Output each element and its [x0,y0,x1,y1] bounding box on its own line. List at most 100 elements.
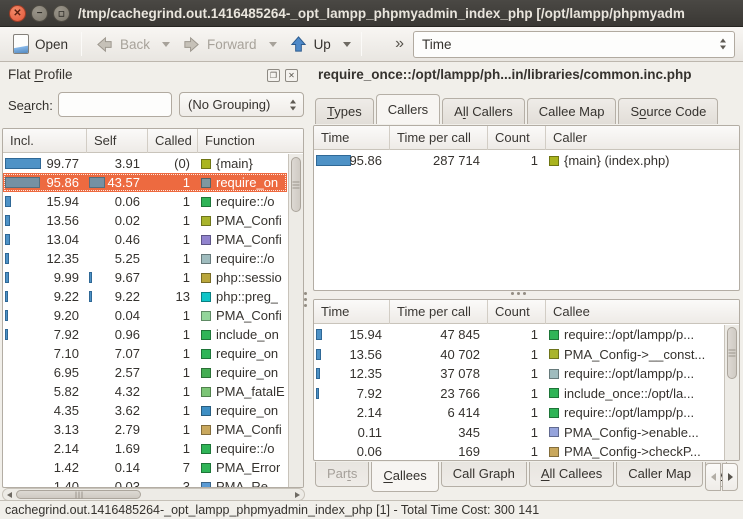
back-dropdown-icon[interactable] [162,42,170,47]
function-row[interactable]: 9.229.2213php::preg_ [3,287,287,306]
column-header-callee[interactable]: Callee [546,300,739,324]
up-dropdown-icon[interactable] [343,42,351,47]
function-row[interactable]: 99.773.91(0){main} [3,154,287,173]
callee-row[interactable]: 12.3537 0781require::/opt/lampp/p... [314,364,723,384]
callee-list: 15.9447 8451require::/opt/lampp/p...13.5… [314,325,723,460]
function-type-icon [201,330,211,340]
table-header: Incl. Self Called Function [3,129,303,153]
toolbar: Open Back Forward Up » Time [0,27,743,62]
table-splitter[interactable] [511,292,514,295]
function-row[interactable]: 6.952.571require_on [3,363,287,382]
window-minimize-button[interactable]: − [31,5,48,22]
tab-source-code[interactable]: Source Code [618,98,718,124]
function-row[interactable]: 12.355.251require::/o [3,249,287,268]
search-input[interactable] [58,92,172,117]
column-header-caller[interactable]: Caller [546,126,739,150]
toolbar-separator [81,32,82,56]
callee-row[interactable]: 13.5640 7021PMA_Config->__const... [314,345,723,365]
callees-table: Time Time per call Count Callee 15.9447 … [313,299,740,461]
window-close-button[interactable]: ✕ [9,5,26,22]
column-header-self[interactable]: Self [87,129,148,153]
toolbar-overflow-chevron[interactable]: » [391,35,408,53]
up-button[interactable]: Up [284,32,336,57]
column-header-time[interactable]: Time [314,126,390,150]
tab-all-callees[interactable]: All Callees [529,462,614,487]
callee-row[interactable]: 0.113451PMA_Config->enable... [314,423,723,443]
function-type-icon [549,369,559,379]
function-detail-panel: require_once::/opt/lampp/ph...in/librari… [306,62,743,500]
detail-tabs-top: TypesCallersAll CallersCallee MapSource … [315,93,720,124]
column-header-count[interactable]: Count [488,300,546,324]
flat-profile-dock: Flat Profile ❐ ✕ Search: (No Grouping) I… [0,62,306,500]
column-header-called[interactable]: Called [148,129,198,153]
event-type-combo[interactable]: Time [413,31,735,58]
arrow-left-icon [95,35,114,54]
window-maximize-button[interactable]: ◻ [53,5,70,22]
tab-callees[interactable]: Callees [371,462,438,492]
scroll-left-icon[interactable] [7,492,12,498]
tab-call-graph[interactable]: Call Graph [441,462,527,487]
grouping-combo[interactable]: (No Grouping) [179,92,304,117]
spinner-arrows-icon[interactable] [290,99,296,110]
document-open-icon [13,34,29,54]
table-header: Time Time per call Count Callee [314,300,739,324]
caller-row[interactable]: 95.86287 7141{main} (index.php) [314,151,739,171]
dock-float-icon[interactable]: ❐ [267,69,280,82]
forward-button[interactable]: Forward [177,32,262,57]
function-list: 99.773.91(0){main}95.8643.571require_on1… [3,154,287,487]
function-type-icon [549,330,559,340]
tab-parts[interactable]: Parts [315,462,369,487]
tab-scroll-right-icon[interactable] [722,463,738,491]
tab-callee-map[interactable]: Callee Map [527,98,617,124]
tab-caller-map[interactable]: Caller Map [616,462,703,487]
function-row[interactable]: 7.107.071require_on [3,344,287,363]
function-row[interactable]: 3.132.791PMA_Confi [3,420,287,439]
scrollbar-thumb[interactable] [291,157,301,212]
function-type-icon [201,406,211,416]
column-header-function[interactable]: Function [198,129,303,153]
tab-callers[interactable]: Callers [376,94,440,124]
function-row[interactable]: 7.920.961include_on [3,325,287,344]
column-header-time[interactable]: Time [314,300,390,324]
selected-function-title: require_once::/opt/lampp/ph...in/librari… [318,67,739,82]
function-row[interactable]: 2.141.691require::/o [3,439,287,458]
function-row[interactable]: 9.200.041PMA_Confi [3,306,287,325]
detail-tabs-bottom: PartsCalleesCall GraphAll CalleesCaller … [315,462,729,493]
column-header-count[interactable]: Count [488,126,546,150]
callee-row[interactable]: 0.061691PMA_Config->checkP... [314,442,723,460]
vertical-scrollbar[interactable] [288,154,303,487]
function-row[interactable]: 1.400.033PMA_Re [3,477,287,487]
function-row[interactable]: 13.560.021PMA_Confi [3,211,287,230]
function-row[interactable]: 1.420.147PMA_Error [3,458,287,477]
scrollbar-thumb[interactable] [727,327,737,379]
callee-row[interactable]: 2.146 4141require::/opt/lampp/p... [314,403,723,423]
function-type-icon [201,254,211,264]
column-header-time-per-call[interactable]: Time per call [390,126,488,150]
status-bar: cachegrind.out.1416485264-_opt_lampp_php… [0,500,743,519]
function-row[interactable]: 13.040.461PMA_Confi [3,230,287,249]
function-type-icon [549,156,559,166]
function-row[interactable]: 4.353.621require_on [3,401,287,420]
function-row[interactable]: 15.940.061require::/o [3,192,287,211]
scrollbar-thumb[interactable] [16,490,141,499]
callee-row[interactable]: 15.9447 8451require::/opt/lampp/p... [314,325,723,345]
forward-dropdown-icon[interactable] [269,42,277,47]
tab-types[interactable]: Types [315,98,374,124]
function-row[interactable]: 95.8643.571require_on [3,173,287,192]
function-row[interactable]: 5.824.321PMA_fatalE [3,382,287,401]
column-header-incl[interactable]: Incl. [3,129,87,153]
spinner-arrows-icon[interactable] [720,39,726,50]
title-bar: ✕ − ◻ /tmp/cachegrind.out.1416485264-_op… [0,0,743,27]
back-button[interactable]: Back [90,32,155,57]
callee-row[interactable]: 7.9223 7661include_once::/opt/la... [314,384,723,404]
dock-close-icon[interactable]: ✕ [285,69,298,82]
column-header-time-per-call[interactable]: Time per call [390,300,488,324]
open-button[interactable]: Open [8,31,73,57]
function-type-icon [201,273,211,283]
function-row[interactable]: 9.999.671php::sessio [3,268,287,287]
function-type-icon [549,427,559,437]
vertical-scrollbar[interactable] [724,325,739,460]
tab-scroll-left-icon[interactable] [705,463,721,491]
scroll-right-icon[interactable] [295,492,300,498]
tab-all-callers[interactable]: All Callers [442,98,525,124]
